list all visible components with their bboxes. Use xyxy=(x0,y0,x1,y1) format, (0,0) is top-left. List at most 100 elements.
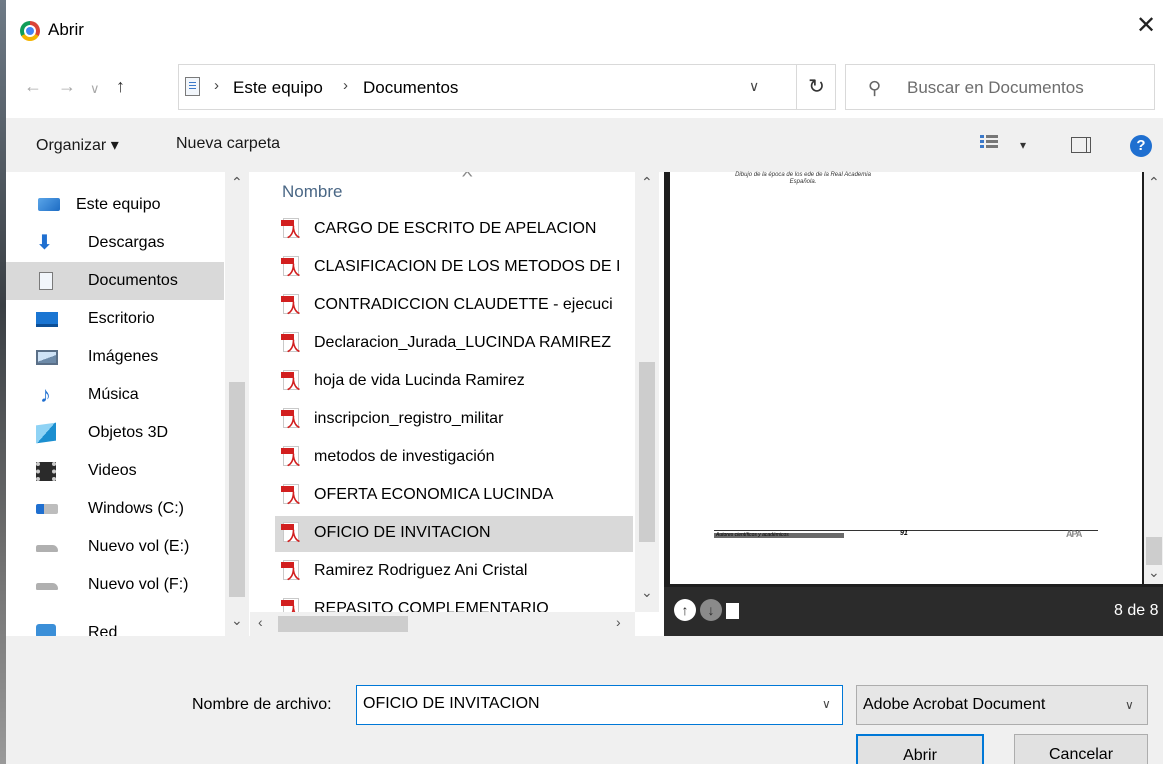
close-button[interactable]: ✕ xyxy=(1134,14,1158,38)
organize-button[interactable]: Organizar ▾ xyxy=(36,135,119,155)
sidebar-item-label: Videos xyxy=(88,462,137,479)
windows-drive-icon xyxy=(36,504,58,514)
help-button[interactable]: ? xyxy=(1130,135,1152,157)
footer-logo: APA xyxy=(1066,529,1082,539)
scroll-up-arrow-icon[interactable]: ⌃ xyxy=(231,174,243,191)
scroll-up-arrow-icon[interactable]: ⌃ xyxy=(641,174,653,191)
chevron-down-icon[interactable]: ∨ xyxy=(749,78,759,95)
filetype-value: Adobe Acrobat Document xyxy=(863,696,1046,713)
pdf-file-icon: 人 xyxy=(281,522,301,544)
view-dropdown-icon[interactable]: ▾ xyxy=(1020,138,1026,152)
pdf-file-icon: 人 xyxy=(281,256,301,278)
chevron-down-icon[interactable]: ∨ xyxy=(822,697,831,711)
scroll-up-arrow-icon[interactable]: ⌃ xyxy=(1148,174,1160,191)
pdf-file-icon: 人 xyxy=(281,560,301,582)
scrollbar-thumb[interactable] xyxy=(639,362,655,542)
sidebar-item-videos[interactable]: Videos xyxy=(6,452,224,490)
next-page-icon[interactable]: ↓ xyxy=(700,599,722,621)
address-bar[interactable]: › Este equipo › Documentos ∨ ↻ xyxy=(178,64,836,110)
scroll-down-arrow-icon[interactable]: ⌄ xyxy=(641,584,653,601)
sidebar-item-red[interactable]: Red xyxy=(6,620,224,636)
navigation-scrollbar[interactable]: ⌃ ⌄ xyxy=(225,172,249,636)
sidebar-item-label: Imágenes xyxy=(88,348,159,365)
file-name: CARGO DE ESCRITO DE APELACION xyxy=(314,220,597,237)
sidebar-item-label: Descargas xyxy=(88,234,165,251)
command-bar: Organizar ▾ Nueva carpeta ▾ ? xyxy=(6,118,1163,172)
page-counter: 8 de 8 xyxy=(1114,602,1159,619)
open-button[interactable]: Abrir xyxy=(856,734,984,764)
file-row[interactable]: 人 OFICIO DE INVITACION xyxy=(275,516,633,552)
chrome-icon xyxy=(20,21,40,41)
up-button[interactable]: ↑ xyxy=(116,76,125,97)
cancel-button[interactable]: Cancelar xyxy=(1014,734,1148,764)
file-list: ^ Nombre 人 CARGO DE ESCRITO DE APELACION 人… xyxy=(250,172,662,636)
sidebar-item-imagenes[interactable]: Imágenes xyxy=(6,338,224,376)
pdf-file-icon: 人 xyxy=(281,408,301,430)
file-row[interactable]: 人 inscripcion_registro_militar xyxy=(275,402,633,438)
pdf-page-preview: Dibujo de la época de los ede de la Real… xyxy=(670,172,1142,584)
new-folder-button[interactable]: Nueva carpeta xyxy=(176,135,280,153)
file-name: Ramirez Rodriguez Ani Cristal xyxy=(314,562,528,579)
view-options-icon[interactable] xyxy=(980,135,998,151)
page-caption: Dibujo de la época de los ede de la Real… xyxy=(735,172,871,185)
sidebar-item-label: Nuevo vol (F:) xyxy=(88,576,189,593)
file-row[interactable]: 人 Declaracion_Jurada_LUCINDA RAMIREZ xyxy=(275,326,633,362)
file-name: OFICIO DE INVITACION xyxy=(314,524,491,541)
file-name: CLASIFICACION DE LOS METODOS DE I xyxy=(314,258,621,275)
network-icon xyxy=(36,624,56,636)
search-box[interactable]: ⚲ Buscar en Documentos xyxy=(845,64,1155,110)
filetype-select[interactable]: Adobe Acrobat Document ∨ xyxy=(856,685,1148,725)
preview-pane-icon[interactable] xyxy=(1071,137,1091,153)
back-button[interactable]: ← xyxy=(24,76,42,97)
pdf-file-icon: 人 xyxy=(281,218,301,240)
scrollbar-thumb[interactable] xyxy=(1146,537,1162,565)
sidebar-item-nuevo-vol-f[interactable]: Nuevo vol (F:) xyxy=(6,566,224,604)
sidebar-item-nuevo-vol-e[interactable]: Nuevo vol (E:) xyxy=(6,528,224,566)
scrollbar-thumb[interactable] xyxy=(278,616,408,632)
scroll-right-arrow-icon[interactable]: › xyxy=(616,614,621,630)
file-row[interactable]: 人 hoja de vida Lucinda Ramirez xyxy=(275,364,633,400)
file-row[interactable]: 人 OFERTA ECONOMICA LUCINDA xyxy=(275,478,633,514)
sidebar-item-musica[interactable]: ♪ Música xyxy=(6,376,224,414)
scroll-down-arrow-icon[interactable]: ⌄ xyxy=(1148,564,1160,581)
file-name: Declaracion_Jurada_LUCINDA RAMIREZ xyxy=(314,334,611,351)
scrollbar-thumb[interactable] xyxy=(229,382,245,597)
page-view-icon[interactable] xyxy=(726,603,739,619)
footer-text: Autores científicos y académicos xyxy=(716,532,789,538)
breadcrumb-este-equipo[interactable]: Este equipo xyxy=(233,78,323,98)
sidebar-item-windows-c[interactable]: Windows (C:) xyxy=(6,490,224,528)
forward-button[interactable]: → xyxy=(58,76,76,97)
navigation-pane: Este equipo ⬇ Descargas Documentos Escri… xyxy=(6,172,250,636)
horizontal-scrollbar[interactable]: ‹ › xyxy=(250,612,635,636)
footer-text-bar: Autores científicos y académicos xyxy=(714,532,844,538)
file-name: OFERTA ECONOMICA LUCINDA xyxy=(314,486,554,503)
file-row[interactable]: 人 CLASIFICACION DE LOS METODOS DE I xyxy=(275,250,633,286)
sidebar-item-este-equipo[interactable]: Este equipo xyxy=(6,186,224,224)
refresh-button[interactable]: ↻ xyxy=(796,65,836,109)
recent-locations-button[interactable]: ∨ xyxy=(90,81,100,97)
file-row[interactable]: 人 metodos de investigación xyxy=(275,440,633,476)
file-list-scrollbar[interactable]: ⌃ ⌄ xyxy=(635,172,659,612)
filename-input[interactable]: OFICIO DE INVITACION ∨ xyxy=(356,685,843,725)
preview-controls: ↑ ↓ 8 de 8 xyxy=(664,587,1163,636)
sidebar-item-documentos[interactable]: Documentos xyxy=(6,262,224,300)
file-row[interactable]: 人 Ramirez Rodriguez Ani Cristal xyxy=(275,554,633,590)
desktop-icon xyxy=(36,312,58,327)
scroll-left-arrow-icon[interactable]: ‹ xyxy=(258,614,263,630)
music-icon: ♪ xyxy=(40,382,51,407)
videos-icon xyxy=(36,462,56,481)
chevron-down-icon: ∨ xyxy=(1125,698,1134,712)
file-row[interactable]: 人 CONTRADICCION CLAUDETTE - ejecuci xyxy=(275,288,633,324)
sidebar-item-label: Windows (C:) xyxy=(88,500,185,517)
breadcrumb-documentos[interactable]: Documentos xyxy=(363,78,458,98)
sidebar-item-descargas[interactable]: ⬇ Descargas xyxy=(6,224,224,262)
preview-scrollbar[interactable]: ⌃ ⌄ xyxy=(1144,172,1163,584)
column-header-name[interactable]: Nombre xyxy=(282,182,342,202)
scroll-down-arrow-icon[interactable]: ⌄ xyxy=(231,612,243,629)
sidebar-item-objetos-3d[interactable]: Objetos 3D xyxy=(6,414,224,452)
sidebar-item-escritorio[interactable]: Escritorio xyxy=(6,300,224,338)
breadcrumb-separator: › xyxy=(214,77,219,94)
previous-page-icon[interactable]: ↑ xyxy=(674,599,696,621)
file-row[interactable]: 人 CARGO DE ESCRITO DE APELACION xyxy=(275,212,633,248)
documents-icon xyxy=(185,77,200,96)
